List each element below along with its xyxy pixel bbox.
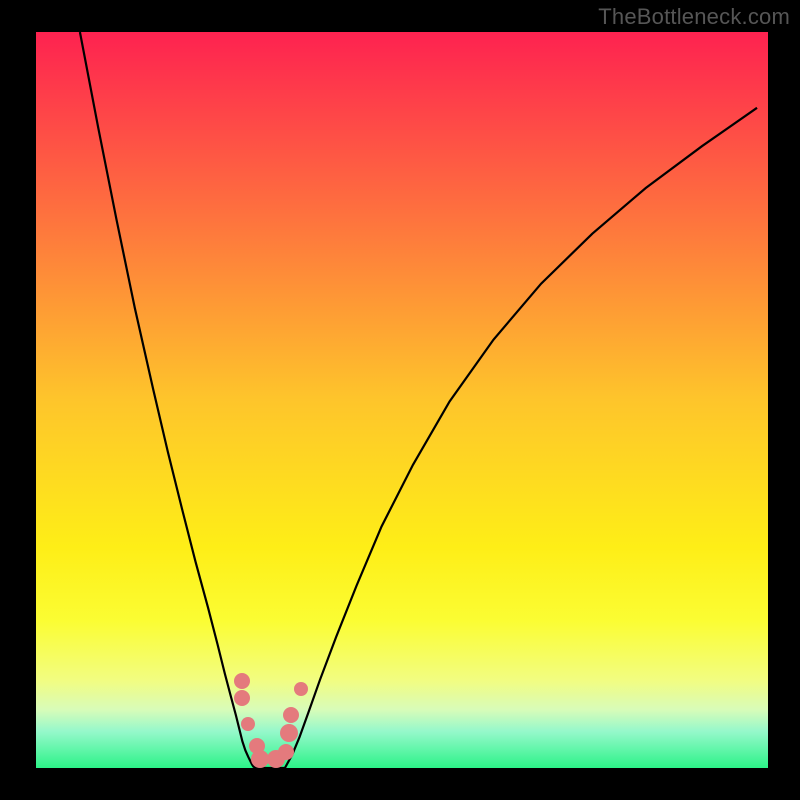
data-marker [283, 707, 299, 723]
data-marker [294, 682, 308, 696]
chart-root: TheBottleneck.com [0, 0, 800, 800]
plot-area [36, 32, 768, 768]
watermark-text: TheBottleneck.com [598, 4, 790, 30]
curve-layer [36, 32, 768, 768]
data-marker [280, 724, 298, 742]
bottleneck-curve [80, 32, 757, 768]
data-marker [241, 717, 255, 731]
